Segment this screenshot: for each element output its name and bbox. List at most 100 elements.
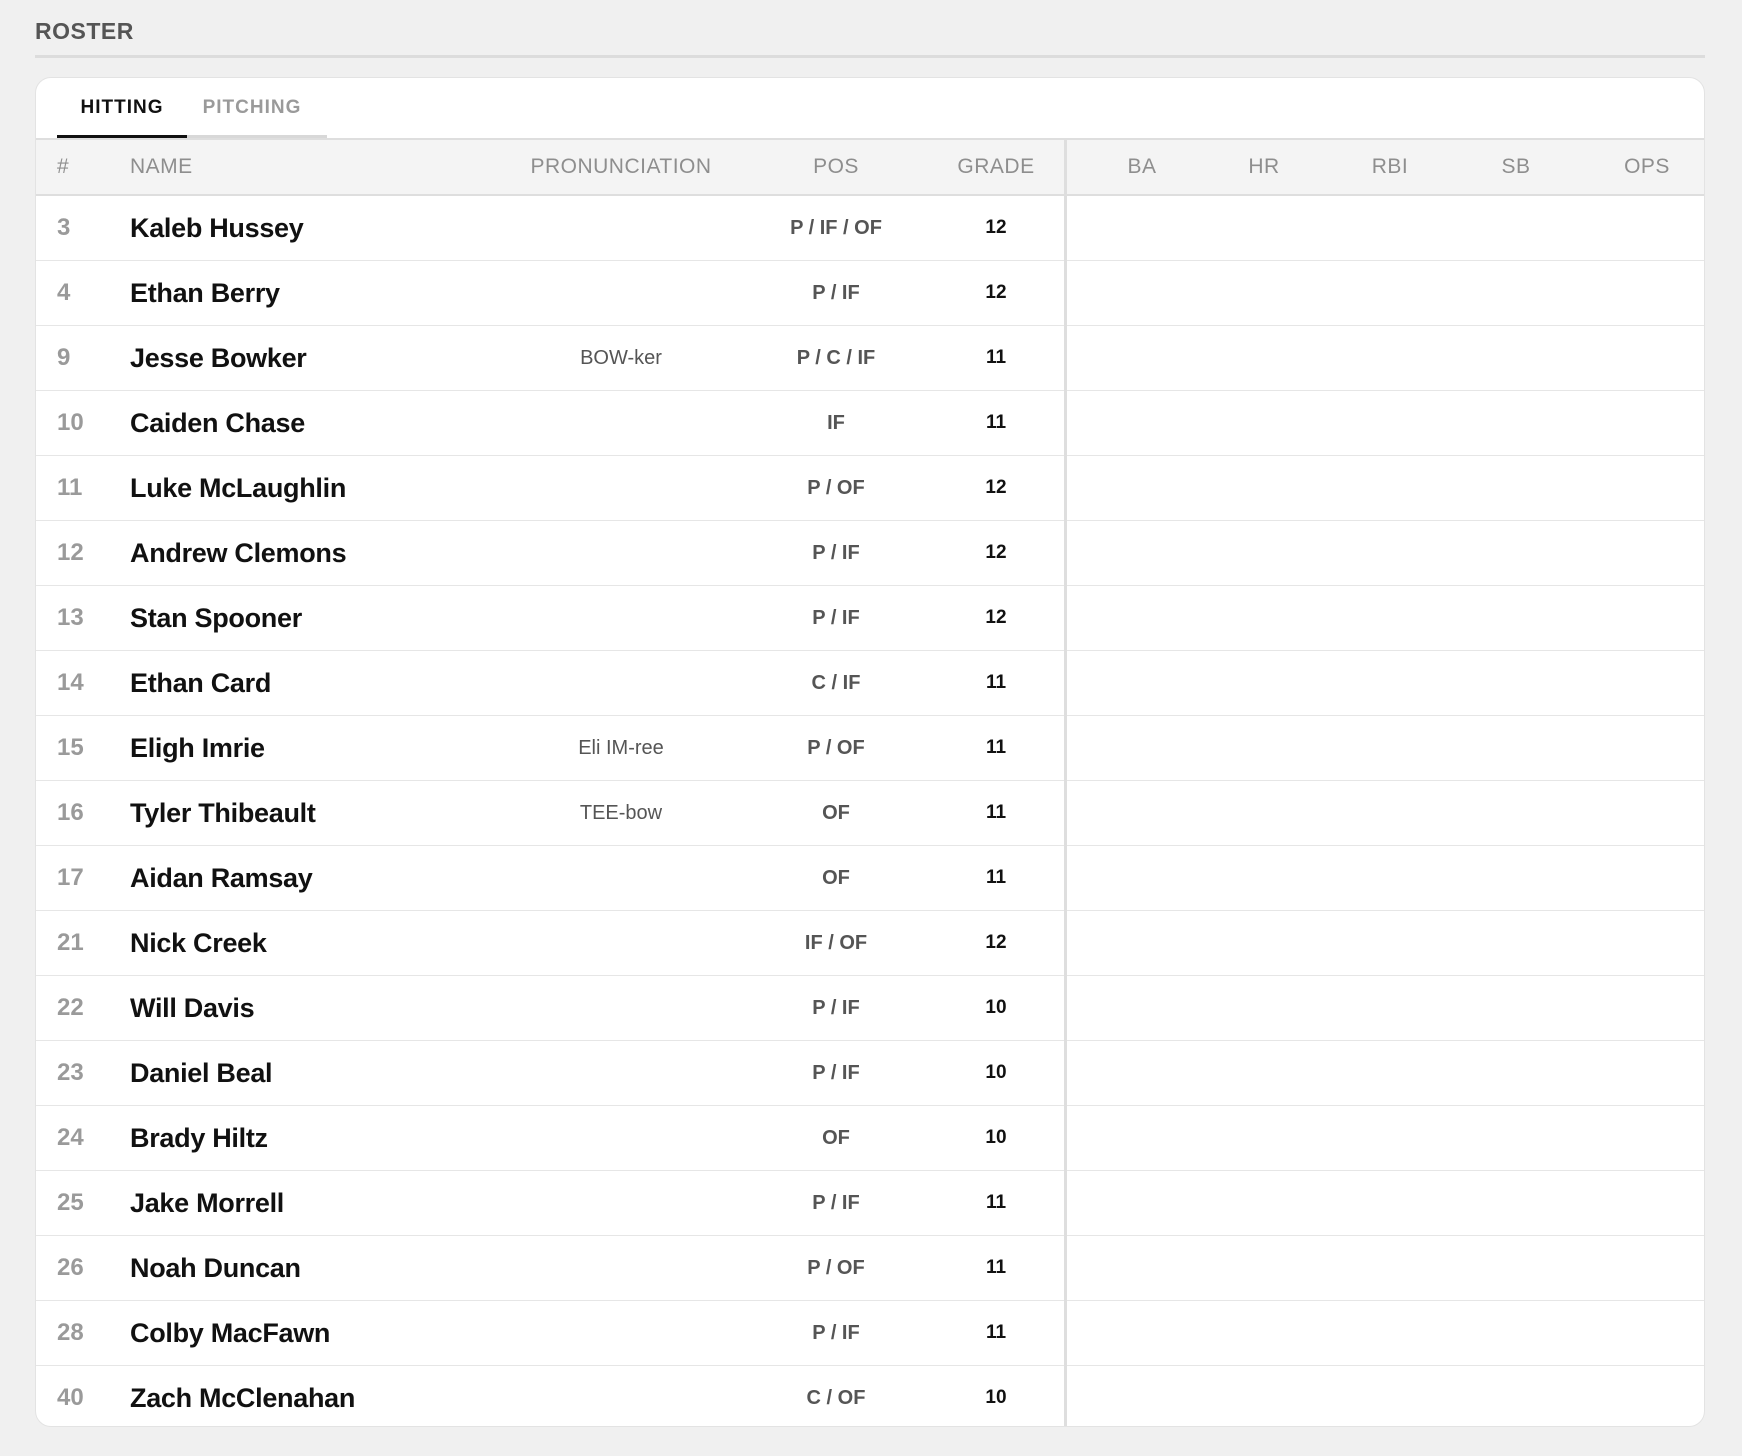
player-grade: 11 [985,347,1007,368]
tab-pitching[interactable]: PITCHING [187,78,317,138]
player-grade: 12 [985,932,1007,953]
player-position: P / OF [807,477,865,499]
table-row[interactable]: 17 Aidan Ramsay OF 11 [36,846,1704,911]
player-name[interactable]: Will Davis [130,976,510,1040]
player-number: 40 [57,1384,84,1411]
player-grade: 12 [985,217,1007,238]
table-row[interactable]: 12 Andrew Clemons P / IF 12 [36,521,1704,586]
table-row[interactable]: 23 Daniel Beal P / IF 10 [36,1041,1704,1106]
player-grade: 11 [985,672,1007,693]
player-name[interactable]: Brady Hiltz [130,1106,510,1170]
player-name[interactable]: Aidan Ramsay [130,846,510,910]
player-grade: 10 [985,997,1007,1018]
column-header-name[interactable]: NAME [130,140,193,194]
player-grade: 12 [985,282,1007,303]
player-number: 10 [57,409,84,436]
player-pronunciation: BOW-ker [580,347,662,369]
player-name[interactable]: Nick Creek [130,911,510,975]
table-row[interactable]: 14 Ethan Card C / IF 11 [36,651,1704,716]
table-row[interactable]: 3 Kaleb Hussey P / IF / OF 12 [36,196,1704,261]
column-header-ba[interactable]: BA [1102,140,1182,194]
player-position: OF [822,802,850,824]
column-header-hr[interactable]: HR [1224,140,1304,194]
player-name[interactable]: Ethan Card [130,651,510,715]
player-number: 16 [57,799,84,826]
table-row[interactable]: 28 Colby MacFawn P / IF 11 [36,1301,1704,1366]
table-row[interactable]: 15 Eligh Imrie Eli IM-ree P / OF 11 [36,716,1704,781]
player-position: IF [827,412,845,434]
table-row[interactable]: 25 Jake Morrell P / IF 11 [36,1171,1704,1236]
table-row[interactable]: 11 Luke McLaughlin P / OF 12 [36,456,1704,521]
tab-bar: HITTING PITCHING [36,78,1704,138]
player-name[interactable]: Caiden Chase [130,391,510,455]
table-row[interactable]: 4 Ethan Berry P / IF 12 [36,261,1704,326]
roster-page: ROSTER HITTING PITCHING # NAME PRONUNCIA… [0,0,1742,1456]
player-name[interactable]: Daniel Beal [130,1041,510,1105]
player-name[interactable]: Tyler Thibeault [130,781,510,845]
column-header-pronunciation[interactable]: PRONUNCIATION [506,140,736,194]
column-header-grade[interactable]: GRADE [916,140,1076,194]
player-number: 28 [57,1319,84,1346]
player-pronunciation [506,651,736,715]
player-position: P / IF [812,282,860,304]
table-body: 3 Kaleb Hussey P / IF / OF 12 4 Ethan Berry P… [36,196,1704,1426]
column-header-rbi[interactable]: RBI [1350,140,1430,194]
player-position: P / IF [812,997,860,1019]
player-position: OF [822,867,850,889]
player-name[interactable]: Jake Morrell [130,1171,510,1235]
player-name[interactable]: Luke McLaughlin [130,456,510,520]
table-row[interactable]: 16 Tyler Thibeault TEE-bow OF 11 [36,781,1704,846]
column-header-position[interactable]: POS [736,140,936,194]
player-pronunciation [506,456,736,520]
player-grade: 11 [985,867,1007,888]
player-position: P / C / IF [796,347,876,369]
column-header-ops[interactable]: OPS [1607,140,1687,194]
player-number: 26 [57,1254,84,1281]
table-row[interactable]: 26 Noah Duncan P / OF 11 [36,1236,1704,1301]
player-name[interactable]: Noah Duncan [130,1236,510,1300]
player-name[interactable]: Colby MacFawn [130,1301,510,1365]
player-name[interactable]: Ethan Berry [130,261,510,325]
player-name[interactable]: Andrew Clemons [130,521,510,585]
player-position: P / IF [812,1062,860,1084]
player-number: 12 [57,539,84,566]
table-row[interactable]: 24 Brady Hiltz OF 10 [36,1106,1704,1171]
player-number: 17 [57,864,84,891]
player-pronunciation [506,1236,736,1300]
player-name[interactable]: Eligh Imrie [130,716,510,780]
player-pronunciation [506,1106,736,1170]
player-grade: 11 [985,1192,1007,1213]
player-number: 14 [57,669,84,696]
player-number: 13 [57,604,84,631]
player-grade: 11 [985,1322,1007,1343]
player-pronunciation [506,1301,736,1365]
player-position: P / IF [812,1192,860,1214]
player-position: P / IF / OF [790,217,882,239]
player-name[interactable]: Kaleb Hussey [130,196,510,260]
table-row[interactable]: 21 Nick Creek IF / OF 12 [36,911,1704,976]
table-row[interactable]: 9 Jesse Bowker BOW-ker P / C / IF 11 [36,326,1704,391]
table-row[interactable]: 13 Stan Spooner P / IF 12 [36,586,1704,651]
player-pronunciation [506,261,736,325]
table-header: # NAME PRONUNCIATION POS GRADE BA HR RBI… [36,138,1704,196]
player-pronunciation [506,586,736,650]
table-row[interactable]: 10 Caiden Chase IF 11 [36,391,1704,456]
player-name[interactable]: Zach McClenahan [130,1366,510,1426]
table-row[interactable]: 22 Will Davis P / IF 10 [36,976,1704,1041]
player-name[interactable]: Stan Spooner [130,586,510,650]
tab-hitting[interactable]: HITTING [57,78,187,138]
player-grade: 11 [985,737,1007,758]
player-pronunciation: TEE-bow [579,802,663,824]
roster-card: HITTING PITCHING # NAME PRONUNCIATION PO… [35,77,1705,1427]
player-number: 11 [57,474,83,501]
column-header-number[interactable]: # [57,140,69,194]
player-pronunciation: Eli IM-ree [578,737,664,759]
player-name[interactable]: Jesse Bowker [130,326,510,390]
table-row[interactable]: 40 Zach McClenahan C / OF 10 [36,1366,1704,1426]
column-header-sb[interactable]: SB [1476,140,1556,194]
section-title: ROSTER [35,18,134,44]
player-position: P / OF [807,1257,865,1279]
player-grade: 10 [985,1062,1007,1083]
player-grade: 12 [985,542,1007,563]
player-grade: 10 [985,1127,1007,1148]
